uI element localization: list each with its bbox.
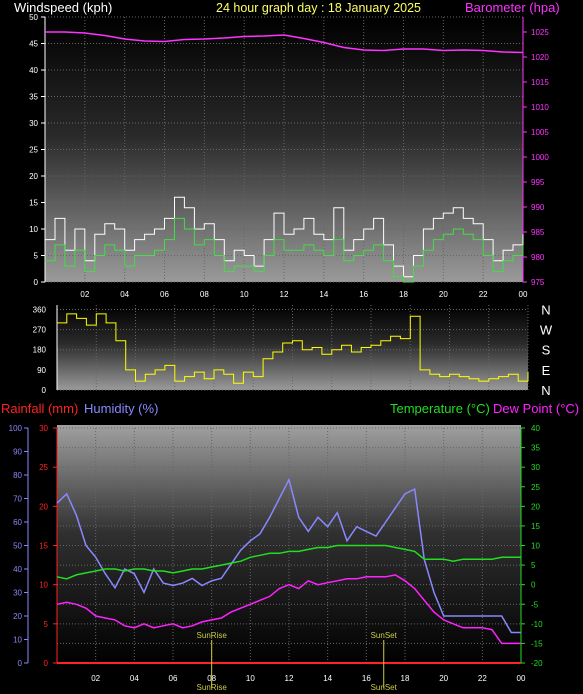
baro-y-tick: 980 bbox=[531, 253, 545, 262]
temp-y-tick: 10 bbox=[531, 542, 540, 551]
rainfall-y-tick: 0 bbox=[44, 659, 49, 668]
temp-y-tick: 40 bbox=[531, 424, 540, 433]
rainfall-y-tick: 20 bbox=[39, 502, 48, 511]
rainfall-y-tick: 10 bbox=[39, 581, 48, 590]
humidity-y-tick: 70 bbox=[13, 495, 22, 504]
baro-y-tick: 975 bbox=[531, 278, 545, 287]
wind-y-tick: 45 bbox=[29, 40, 38, 49]
barometer-axis-label: Barometer (hpa) bbox=[465, 0, 560, 15]
baro-y-tick: 985 bbox=[531, 228, 545, 237]
baro-y-tick: 990 bbox=[531, 203, 545, 212]
temp-x-tick: 00 bbox=[517, 674, 526, 683]
compass-label: N bbox=[541, 302, 550, 317]
wind-x-tick: 00 bbox=[519, 290, 528, 299]
compass-label: N bbox=[541, 383, 550, 398]
rainfall-axis-label: Rainfall (mm) bbox=[1, 401, 78, 416]
wind-y-tick: 40 bbox=[29, 66, 38, 75]
wind-x-tick: 20 bbox=[439, 290, 448, 299]
dewpoint-axis-label: Dew Point (°C) bbox=[493, 401, 579, 416]
chart-title: 24 hour graph day : 18 January 2025 bbox=[216, 1, 421, 15]
humidity-y-tick: 10 bbox=[13, 636, 22, 645]
temp-x-tick: 22 bbox=[478, 674, 487, 683]
wind-x-tick: 16 bbox=[359, 290, 368, 299]
humidity-y-tick: 80 bbox=[13, 471, 22, 480]
wind-y-tick: 25 bbox=[29, 146, 38, 155]
wind-x-tick: 10 bbox=[240, 290, 249, 299]
temp-x-tick: 10 bbox=[246, 674, 255, 683]
temp-x-tick: 14 bbox=[323, 674, 332, 683]
temp-y-tick: 5 bbox=[531, 561, 536, 570]
compass-label: E bbox=[542, 363, 551, 378]
sun-bottom-label: SunRise bbox=[197, 683, 228, 692]
humidity-y-tick: 20 bbox=[13, 612, 22, 621]
baro-y-tick: 1025 bbox=[531, 28, 549, 37]
wind-x-tick: 22 bbox=[479, 290, 488, 299]
temp-x-tick: 18 bbox=[401, 674, 410, 683]
wind-y-tick: 35 bbox=[29, 93, 38, 102]
temp-x-tick: 16 bbox=[362, 674, 371, 683]
wind-y-tick: 30 bbox=[29, 119, 38, 128]
baro-y-tick: 1005 bbox=[531, 128, 549, 137]
direction-y-tick: 90 bbox=[37, 366, 46, 375]
direction-y-tick: 180 bbox=[33, 346, 47, 355]
baro-y-tick: 1000 bbox=[531, 153, 549, 162]
direction-y-tick: 0 bbox=[42, 386, 47, 395]
humidity-y-tick: 50 bbox=[13, 542, 22, 551]
wind-x-tick: 04 bbox=[120, 290, 129, 299]
temperature-axis-label: Temperature (°C) bbox=[390, 401, 490, 416]
wind-x-tick: 02 bbox=[80, 290, 89, 299]
rainfall-y-tick: 25 bbox=[39, 463, 48, 472]
temp-y-tick: -5 bbox=[531, 600, 539, 609]
temp-y-tick: 20 bbox=[531, 502, 540, 511]
temp-x-tick: 12 bbox=[285, 674, 294, 683]
wind-y-tick: 10 bbox=[29, 225, 38, 234]
temp-x-tick: 06 bbox=[169, 674, 178, 683]
humidity-y-tick: 60 bbox=[13, 518, 22, 527]
sun-marker-label: SunSet bbox=[371, 631, 398, 640]
temp-y-tick: -15 bbox=[531, 639, 543, 648]
temp-y-tick: -20 bbox=[531, 659, 543, 668]
wind-x-tick: 06 bbox=[160, 290, 169, 299]
weather-graph: Windspeed (kph) 24 hour graph day : 18 J… bbox=[1, 0, 579, 692]
humidity-y-tick: 100 bbox=[9, 424, 23, 433]
wind-y-tick: 0 bbox=[34, 278, 39, 287]
temp-y-tick: 0 bbox=[531, 581, 536, 590]
humidity-y-tick: 30 bbox=[13, 589, 22, 598]
baro-y-tick: 1010 bbox=[531, 103, 549, 112]
baro-y-tick: 1015 bbox=[531, 78, 549, 87]
wind-y-tick: 20 bbox=[29, 172, 38, 181]
wind-x-tick: 18 bbox=[399, 290, 408, 299]
sun-marker-label: SunRise bbox=[197, 631, 228, 640]
compass-label: S bbox=[542, 343, 551, 358]
humidity-y-tick: 40 bbox=[13, 565, 22, 574]
baro-y-tick: 995 bbox=[531, 178, 545, 187]
baro-y-tick: 1020 bbox=[531, 53, 549, 62]
temp-y-tick: 15 bbox=[531, 522, 540, 531]
wind-y-tick: 50 bbox=[29, 13, 38, 22]
wind-y-tick: 5 bbox=[34, 252, 39, 261]
humidity-y-tick: 90 bbox=[13, 448, 22, 457]
humidity-axis-label: Humidity (%) bbox=[84, 401, 158, 416]
temp-y-tick: 25 bbox=[531, 483, 540, 492]
wind-x-tick: 12 bbox=[280, 290, 289, 299]
wind-y-tick: 15 bbox=[29, 199, 38, 208]
temp-x-tick: 20 bbox=[439, 674, 448, 683]
rainfall-y-tick: 30 bbox=[39, 424, 48, 433]
temp-x-tick: 02 bbox=[91, 674, 100, 683]
sun-bottom-label: SunSet bbox=[371, 683, 398, 692]
rainfall-y-tick: 15 bbox=[39, 542, 48, 551]
temp-y-tick: 35 bbox=[531, 444, 540, 453]
wind-x-tick: 08 bbox=[200, 290, 209, 299]
temp-y-tick: 30 bbox=[531, 463, 540, 472]
temp-x-tick: 04 bbox=[130, 674, 139, 683]
humidity-y-tick: 0 bbox=[18, 659, 23, 668]
direction-y-tick: 360 bbox=[33, 305, 47, 314]
temp-y-tick: -10 bbox=[531, 620, 543, 629]
rainfall-y-tick: 5 bbox=[44, 620, 49, 629]
wind-x-tick: 14 bbox=[319, 290, 328, 299]
direction-y-tick: 270 bbox=[33, 326, 47, 335]
compass-label: W bbox=[540, 323, 553, 338]
